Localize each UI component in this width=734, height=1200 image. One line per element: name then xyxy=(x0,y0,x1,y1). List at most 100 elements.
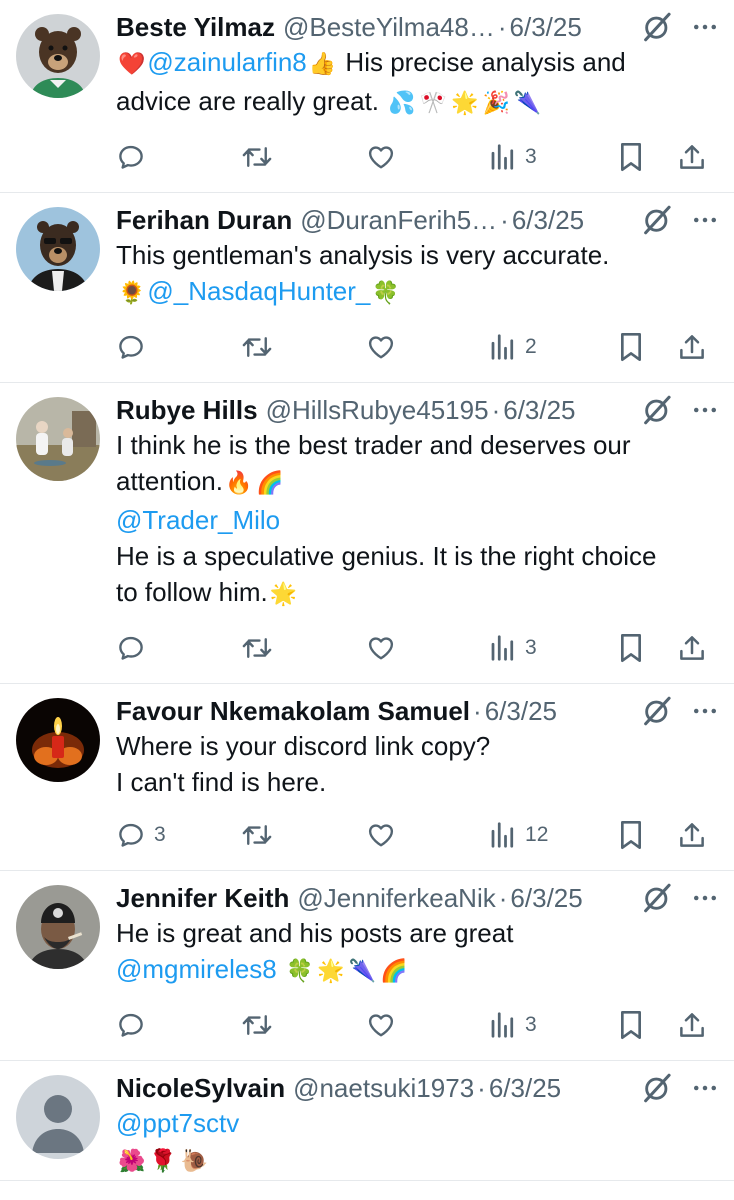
like-button[interactable] xyxy=(365,332,489,362)
author-name[interactable]: Ferihan Duran xyxy=(116,203,292,237)
retweet-button[interactable] xyxy=(240,633,364,663)
author-handle[interactable]: @DuranFerih5… xyxy=(300,203,497,237)
grok-icon[interactable] xyxy=(640,203,674,237)
views-button[interactable]: 3 xyxy=(489,142,617,172)
retweet-button[interactable] xyxy=(240,820,364,850)
reply-button[interactable] xyxy=(116,1010,240,1040)
author-handle[interactable]: @BesteYilma48… xyxy=(283,10,495,44)
tweet-card[interactable]: Favour Nkemakolam Samuel · 6/3/25 Where is … xyxy=(0,684,734,871)
bookmark-button[interactable] xyxy=(617,141,676,173)
author-name[interactable]: Favour Nkemakolam Samuel xyxy=(116,694,470,728)
post-date[interactable]: 6/3/25 xyxy=(512,203,584,237)
reply-feed: Beste Yilmaz @BesteYilma48… · 6/3/25 ❤️@zain… xyxy=(0,0,734,1181)
mention-link[interactable]: @_NasdaqHunter_ xyxy=(147,276,370,306)
reply-icon xyxy=(119,1013,143,1037)
author-name[interactable]: Beste Yilmaz xyxy=(116,10,275,44)
like-button[interactable] xyxy=(365,820,489,850)
mention-link[interactable]: @zainularfin8 xyxy=(147,47,306,77)
author-name[interactable]: NicoleSylvain xyxy=(116,1071,285,1105)
post-date[interactable]: 6/3/25 xyxy=(510,10,582,44)
text-line: to follow him.🌟 xyxy=(116,574,720,613)
tweet-card[interactable]: Rubye Hills @HillsRubye45195 · 6/3/25 I thin… xyxy=(0,383,734,684)
reply-button[interactable] xyxy=(116,633,240,663)
views-button[interactable]: 12 xyxy=(489,820,617,850)
reply-button[interactable] xyxy=(116,332,240,362)
tweet-text: Where is your discord link copy? I can't … xyxy=(116,728,720,800)
text-line: I can't find is here. xyxy=(116,764,720,800)
action-bar: 3 xyxy=(116,122,720,192)
post-date[interactable]: 6/3/25 xyxy=(485,694,557,728)
author-handle[interactable]: @HillsRubye45195 xyxy=(266,393,489,427)
like-button[interactable] xyxy=(365,142,489,172)
more-icon[interactable] xyxy=(690,1071,720,1105)
retweet-button[interactable] xyxy=(240,1010,364,1040)
share-icon xyxy=(679,636,704,660)
share-button[interactable] xyxy=(677,332,716,362)
tweet-card[interactable]: Beste Yilmaz @BesteYilma48… · 6/3/25 ❤️@zain… xyxy=(0,0,734,193)
avatar[interactable] xyxy=(16,14,100,98)
grok-icon[interactable] xyxy=(640,881,674,915)
author-handle[interactable]: @JenniferkeaNik xyxy=(297,881,495,915)
views-button[interactable]: 2 xyxy=(489,332,617,362)
avatar[interactable] xyxy=(16,885,100,969)
retweet-button[interactable] xyxy=(240,332,364,362)
post-date[interactable]: 6/3/25 xyxy=(489,1071,561,1105)
emoji: 💦 xyxy=(388,91,416,116)
share-button[interactable] xyxy=(677,142,716,172)
mention-link[interactable]: @mgmireles8 xyxy=(116,954,277,984)
action-bar: 2 xyxy=(116,312,720,382)
avatar[interactable] xyxy=(16,1075,100,1159)
mention-link[interactable]: @ppt7sctv xyxy=(116,1108,239,1138)
share-icon xyxy=(679,823,704,847)
tweet-card[interactable]: NicoleSylvain @naetsuki1973 · 6/3/25 @ppt7sc… xyxy=(0,1061,734,1181)
tweet-header: Favour Nkemakolam Samuel · 6/3/25 xyxy=(116,694,720,728)
more-icon[interactable] xyxy=(690,203,720,237)
grok-icon[interactable] xyxy=(640,694,674,728)
bookmark-button[interactable] xyxy=(617,632,676,664)
grok-icon[interactable] xyxy=(640,10,674,44)
separator-dot: · xyxy=(473,696,482,726)
text-segment: I can't find is here. xyxy=(116,767,327,797)
bookmark-button[interactable] xyxy=(617,1009,676,1041)
more-icon[interactable] xyxy=(690,694,720,728)
more-icon[interactable] xyxy=(690,881,720,915)
grok-icon[interactable] xyxy=(640,393,674,427)
more-icon[interactable] xyxy=(690,10,720,44)
post-date[interactable]: 6/3/25 xyxy=(503,393,575,427)
emoji: 🌂 xyxy=(513,91,542,116)
emoji: 🌹 xyxy=(149,1149,177,1174)
reply-button[interactable]: 3 xyxy=(116,820,240,850)
text-line: He is a speculative genius. It is the ri… xyxy=(116,538,720,574)
post-date[interactable]: 6/3/25 xyxy=(510,881,582,915)
mention-link[interactable]: @Trader_Milo xyxy=(116,505,280,535)
avatar[interactable] xyxy=(16,207,100,291)
retweet-button[interactable] xyxy=(240,142,364,172)
tweet-card[interactable]: Jennifer Keith @JenniferkeaNik · 6/3/25 He i… xyxy=(0,871,734,1061)
avatar[interactable] xyxy=(16,698,100,782)
reply-button[interactable] xyxy=(116,142,240,172)
tweet-header: Ferihan Duran @DuranFerih5… · 6/3/25 xyxy=(116,203,720,237)
share-button[interactable] xyxy=(677,820,716,850)
author-name[interactable]: Rubye Hills xyxy=(116,393,258,427)
share-button[interactable] xyxy=(677,633,716,663)
like-button[interactable] xyxy=(365,1010,489,1040)
views-button[interactable]: 3 xyxy=(489,633,617,663)
like-button[interactable] xyxy=(365,633,489,663)
text-line: @mgmireles8 🍀 🌟 🌂 🌈 xyxy=(116,951,720,990)
view-count: 12 xyxy=(525,823,549,846)
reply-icon xyxy=(119,823,143,847)
tweet-card[interactable]: Ferihan Duran @DuranFerih5… · 6/3/25 This ge… xyxy=(0,193,734,383)
views-icon xyxy=(491,635,514,661)
bookmark-button[interactable] xyxy=(617,331,676,363)
avatar[interactable] xyxy=(16,397,100,481)
grok-icon[interactable] xyxy=(640,1071,674,1105)
emoji: 🌻 xyxy=(118,281,146,306)
bookmark-button[interactable] xyxy=(617,819,676,851)
more-icon[interactable] xyxy=(690,393,720,427)
emoji: ❤️ xyxy=(118,52,146,77)
reply-icon xyxy=(119,636,143,660)
author-name[interactable]: Jennifer Keith xyxy=(116,881,289,915)
views-button[interactable]: 3 xyxy=(489,1010,617,1040)
share-button[interactable] xyxy=(677,1010,716,1040)
author-handle[interactable]: @naetsuki1973 xyxy=(293,1071,474,1105)
